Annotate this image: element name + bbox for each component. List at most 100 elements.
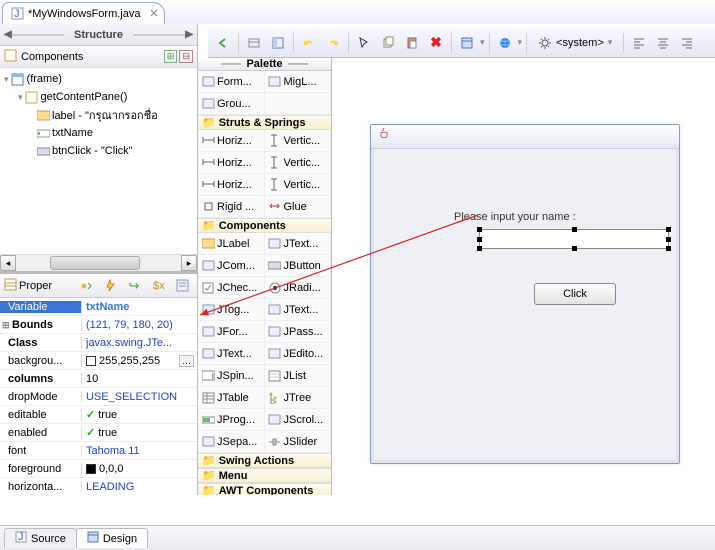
tree-label: label - "กรุณากรอกชื่อ <box>52 106 158 124</box>
frame-icon <box>11 72 25 86</box>
collapse-all-icon[interactable]: ⊟ <box>179 50 193 63</box>
palette-item[interactable]: Vertic... <box>265 130 332 152</box>
palette-item[interactable]: JChec... <box>198 277 265 299</box>
palette-item[interactable]: JTog... <box>198 299 265 321</box>
palette-title: Palette <box>246 58 282 70</box>
tree-item-txtname[interactable]: txtName <box>0 124 197 142</box>
component-icon <box>268 391 282 405</box>
palette-category-awt[interactable]: 📁AWT Components <box>198 483 331 495</box>
tab-design[interactable]: Design <box>76 528 148 548</box>
component-icon <box>201 325 215 339</box>
component-icon <box>201 413 215 427</box>
palette-item[interactable]: JEdito... <box>265 343 332 365</box>
tree-item-label[interactable]: label - "กรุณากรอกชื่อ <box>0 106 197 124</box>
palette-item[interactable]: Grou... <box>198 93 265 115</box>
palette-item[interactable]: Horiz... <box>198 130 265 152</box>
tree-item-btnclick[interactable]: btnClick - "Click" <box>0 142 197 160</box>
palette-item[interactable]: JButton <box>265 255 332 277</box>
component-icon <box>268 347 282 361</box>
property-row[interactable]: VariabletxtName <box>0 298 197 316</box>
var-icon[interactable]: $x <box>147 275 169 297</box>
palette-category-swingactions[interactable]: 📁Swing Actions <box>198 453 331 468</box>
palette-item[interactable]: JProg... <box>198 409 265 431</box>
property-row[interactable]: columns10 <box>0 370 197 388</box>
form-button-click[interactable]: Click <box>534 283 616 305</box>
palette-item[interactable]: JCom... <box>198 255 265 277</box>
palette-category-components[interactable]: 📁Components <box>198 218 331 233</box>
design-canvas[interactable]: Please input your name : Click <box>332 58 715 495</box>
events-icon[interactable] <box>99 275 121 297</box>
tree-item-frame[interactable]: ▾ (frame) <box>0 70 197 88</box>
palette-item[interactable]: Horiz... <box>198 174 265 196</box>
tree-item-contentpane[interactable]: ▾ getContentPane() <box>0 88 197 106</box>
goto-icon[interactable]: ↪ <box>123 275 145 297</box>
components-label: Components <box>21 51 83 63</box>
palette-item[interactable]: JPass... <box>265 321 332 343</box>
tree-scrollbar[interactable]: ◂ ▸ <box>0 254 197 271</box>
palette-item[interactable]: JTable <box>198 387 265 409</box>
property-row[interactable]: enabled✓true <box>0 424 197 442</box>
folder-icon: 📁 <box>202 484 216 495</box>
component-icon <box>201 237 215 251</box>
property-row[interactable]: ⊞ Bounds(121, 79, 180, 20) <box>0 316 197 334</box>
show-advanced-icon[interactable] <box>75 275 97 297</box>
palette-item[interactable]: Horiz... <box>198 152 265 174</box>
palette-item[interactable]: JText... <box>265 299 332 321</box>
svg-text:$x: $x <box>153 280 165 292</box>
property-row[interactable]: backgrou...255,255,255… <box>0 352 197 370</box>
tree-label: (frame) <box>27 73 62 85</box>
palette-item[interactable]: JSepa... <box>198 431 265 453</box>
palette-category-struts[interactable]: 📁Struts & Springs <box>198 115 331 130</box>
property-row[interactable]: fontTahoma 11 <box>0 442 197 460</box>
props-menu-icon[interactable] <box>171 275 193 297</box>
property-row[interactable]: editable✓true <box>0 406 197 424</box>
component-icon <box>201 178 215 192</box>
property-row[interactable]: horizonta...LEADING <box>0 478 197 495</box>
palette-item[interactable]: Form... <box>198 71 265 93</box>
form-titlebar <box>371 125 679 149</box>
file-tab[interactable]: J *MyWindowsForm.java ✕ <box>2 2 165 24</box>
panel-icon <box>25 90 39 104</box>
collapse-right-icon[interactable]: ▶ <box>185 29 193 40</box>
component-icon <box>201 134 215 148</box>
palette-item[interactable]: JText... <box>265 233 332 255</box>
palette-item[interactable]: JText... <box>198 343 265 365</box>
palette-item[interactable]: JList <box>265 365 332 387</box>
form-window[interactable]: Please input your name : Click <box>370 124 680 464</box>
palette-item[interactable]: Vertic... <box>265 174 332 196</box>
palette-item[interactable]: JTree <box>265 387 332 409</box>
collapse-left-icon[interactable]: ◀ <box>4 29 12 40</box>
component-icon <box>201 303 215 317</box>
label-icon <box>36 108 50 122</box>
form-prompt-label[interactable]: Please input your name : <box>454 211 576 223</box>
folder-icon: 📁 <box>202 116 216 129</box>
structure-panel-header: ◀ Structure ▶ <box>0 24 197 46</box>
component-icon <box>268 200 282 214</box>
palette-item[interactable]: Glue <box>265 196 332 218</box>
palette-item[interactable]: JSpin... <box>198 365 265 387</box>
palette-item[interactable]: JLabel <box>198 233 265 255</box>
tree-label: btnClick - "Click" <box>52 145 133 157</box>
tab-source[interactable]: J Source <box>4 528 77 548</box>
palette-item[interactable]: MigL... <box>265 71 332 93</box>
palette-item[interactable]: JRadi... <box>265 277 332 299</box>
palette-item[interactable]: JFor... <box>198 321 265 343</box>
expand-all-icon[interactable]: ⊞ <box>164 50 178 63</box>
property-row[interactable]: Classjavax.swing.JTe... <box>0 334 197 352</box>
property-row[interactable]: dropModeUSE_SELECTION <box>0 388 197 406</box>
component-icon <box>268 303 282 317</box>
properties-grid: VariabletxtName⊞ Bounds(121, 79, 180, 20… <box>0 298 197 495</box>
components-tab-icon <box>4 49 17 65</box>
component-icon <box>268 237 282 251</box>
property-row[interactable]: foreground0,0,0 <box>0 460 197 478</box>
palette-item[interactable]: JSlider <box>265 431 332 453</box>
palette-item[interactable]: Rigid ... <box>198 196 265 218</box>
palette-panel: Palette Form...MigL...Grou... 📁Struts & … <box>198 58 332 495</box>
palette-item[interactable]: JScrol... <box>265 409 332 431</box>
form-textfield-txtname[interactable] <box>479 229 669 249</box>
component-icon <box>268 325 282 339</box>
component-icon <box>201 97 215 111</box>
palette-item[interactable]: Vertic... <box>265 152 332 174</box>
palette-category-menu[interactable]: 📁Menu <box>198 468 331 483</box>
close-icon[interactable]: ✕ <box>149 7 158 20</box>
